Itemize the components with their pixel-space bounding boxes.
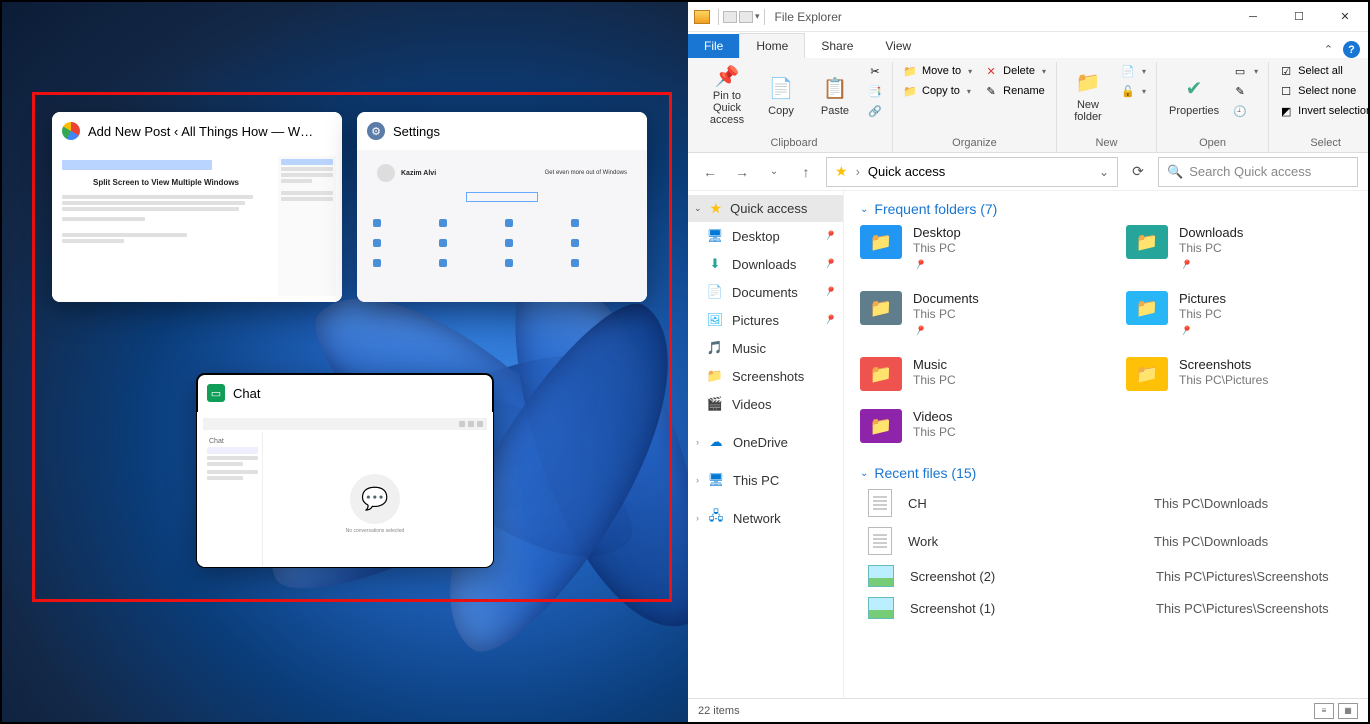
- refresh-button[interactable]: ⟳: [1126, 160, 1150, 184]
- copy-button[interactable]: 📄Copy: [756, 62, 806, 130]
- thumb-title: Chat: [233, 386, 260, 401]
- status-bar: 22 items ≡ ▦: [688, 698, 1368, 722]
- ribbon-collapse-icon[interactable]: ⌃: [1324, 43, 1333, 56]
- address-bar[interactable]: ★ › Quick access ⌄: [826, 157, 1118, 187]
- thumb-title: Settings: [393, 124, 440, 139]
- selectall-button[interactable]: ☑Select all: [1275, 62, 1370, 80]
- open-button[interactable]: ▭▾: [1229, 62, 1262, 80]
- recent-file-item[interactable]: Screenshot (2)This PC\Pictures\Screensho…: [860, 565, 1352, 587]
- sidebar-thispc[interactable]: ›🖥This PC: [688, 466, 843, 494]
- sidebar-network[interactable]: ›🖧Network: [688, 504, 843, 532]
- titlebar[interactable]: ▾ File Explorer ─ ☐ ✕: [688, 2, 1368, 32]
- qat-properties-icon[interactable]: [723, 11, 737, 23]
- star-icon: ★: [835, 163, 848, 180]
- status-text: 22 items: [698, 705, 740, 717]
- tab-view[interactable]: View: [869, 34, 927, 58]
- copypath-button[interactable]: 📑: [864, 82, 886, 100]
- desktop-background: Add New Post ‹ All Things How — W… Split…: [2, 2, 688, 722]
- frequent-heading[interactable]: ⌄Frequent folders (7): [860, 201, 1352, 217]
- recent-dropdown[interactable]: ⌄: [762, 160, 786, 184]
- search-box[interactable]: 🔍 Search Quick access: [1158, 157, 1358, 187]
- cut-button[interactable]: ✂: [864, 62, 886, 80]
- thumb-title: Add New Post ‹ All Things How — W…: [88, 124, 313, 139]
- address-location: Quick access: [868, 164, 945, 179]
- recent-file-item[interactable]: Screenshot (1)This PC\Pictures\Screensho…: [860, 597, 1352, 619]
- snap-thumb-settings[interactable]: ⚙ Settings Kazim Alvi Get even more out …: [357, 112, 647, 302]
- sidebar-item[interactable]: 📄Documents📍: [688, 278, 843, 306]
- file-explorer-window: ▾ File Explorer ─ ☐ ✕ File Home Share Vi…: [688, 2, 1368, 722]
- tab-home[interactable]: Home: [739, 33, 805, 58]
- qat-newfolder-icon[interactable]: [739, 11, 753, 23]
- nav-bar: ← → ⌄ ↑ ★ › Quick access ⌄ ⟳ 🔍 Search Qu…: [688, 153, 1368, 191]
- minimize-button[interactable]: ─: [1230, 2, 1276, 32]
- invertselect-button[interactable]: ◩Invert selection: [1275, 102, 1370, 120]
- paste-button[interactable]: 📋Paste: [810, 62, 860, 130]
- copyto-button[interactable]: 📁Copy to▾: [899, 82, 976, 100]
- selectnone-button[interactable]: ☐Select none: [1275, 82, 1370, 100]
- properties-button[interactable]: ✔Properties: [1163, 62, 1225, 130]
- easyaccess-button[interactable]: 🔓▾: [1117, 82, 1150, 100]
- explorer-icon: [694, 10, 710, 24]
- folder-item[interactable]: 📁MusicThis PC: [860, 357, 1086, 391]
- recent-heading[interactable]: ⌄Recent files (15): [860, 465, 1352, 481]
- chat-icon: ▭: [207, 384, 225, 402]
- view-large-icon[interactable]: ▦: [1338, 703, 1358, 719]
- sidebar-item[interactable]: 📁Screenshots: [688, 362, 843, 390]
- search-icon: 🔍: [1167, 164, 1183, 180]
- chrome-icon: [62, 122, 80, 140]
- history-button[interactable]: 🕘: [1229, 102, 1262, 120]
- pin-quickaccess-button[interactable]: 📌Pin to Quick access: [702, 62, 752, 130]
- ribbon-tabs: File Home Share View ⌃ ?: [688, 32, 1368, 58]
- ribbon: 📌Pin to Quick access 📄Copy 📋Paste ✂ 📑 🔗 …: [688, 58, 1368, 153]
- sidebar-item[interactable]: ⬇Downloads📍: [688, 250, 843, 278]
- up-button[interactable]: ↑: [794, 160, 818, 184]
- sidebar-item[interactable]: 🖼Pictures📍: [688, 306, 843, 334]
- sidebar-item[interactable]: 🎬Videos: [688, 390, 843, 418]
- content-pane: ⌄Frequent folders (7) 📁DesktopThis PC📍 📁D…: [844, 191, 1368, 698]
- forward-button[interactable]: →: [730, 160, 754, 184]
- newfolder-button[interactable]: 📁New folder: [1063, 62, 1113, 130]
- sidebar-onedrive[interactable]: ›☁OneDrive: [688, 428, 843, 456]
- snap-thumb-chrome[interactable]: Add New Post ‹ All Things How — W… Split…: [52, 112, 342, 302]
- delete-button[interactable]: ✕Delete▾: [980, 62, 1050, 80]
- folder-item[interactable]: 📁DownloadsThis PC📍: [1126, 225, 1352, 273]
- snap-thumb-chat[interactable]: ▭ Chat Chat 💬 No conversations selected: [197, 374, 493, 567]
- view-details-icon[interactable]: ≡: [1314, 703, 1334, 719]
- folder-item[interactable]: 📁DesktopThis PC📍: [860, 225, 1086, 273]
- folder-item[interactable]: 📁DocumentsThis PC📍: [860, 291, 1086, 339]
- edit-button[interactable]: ✎: [1229, 82, 1262, 100]
- close-button[interactable]: ✕: [1322, 2, 1368, 32]
- help-icon[interactable]: ?: [1343, 41, 1360, 58]
- rename-button[interactable]: ✎Rename: [980, 82, 1050, 100]
- maximize-button[interactable]: ☐: [1276, 2, 1322, 32]
- recent-file-item[interactable]: WorkThis PC\Downloads: [860, 527, 1352, 555]
- nav-pane: ⌄★Quick access 🖥Desktop📍⬇Downloads📍📄Docu…: [688, 191, 844, 698]
- back-button[interactable]: ←: [698, 160, 722, 184]
- paste-shortcut-button[interactable]: 🔗: [864, 102, 886, 120]
- folder-item[interactable]: 📁VideosThis PC: [860, 409, 1086, 443]
- tab-share[interactable]: Share: [805, 34, 869, 58]
- search-placeholder: Search Quick access: [1189, 164, 1311, 179]
- recent-file-item[interactable]: CHThis PC\Downloads: [860, 489, 1352, 517]
- folder-item[interactable]: 📁ScreenshotsThis PC\Pictures: [1126, 357, 1352, 391]
- tab-file[interactable]: File: [688, 34, 739, 58]
- sidebar-item[interactable]: 🎵Music: [688, 334, 843, 362]
- moveto-button[interactable]: 📁Move to▾: [899, 62, 976, 80]
- sidebar-quickaccess[interactable]: ⌄★Quick access: [688, 195, 843, 222]
- window-title: File Explorer: [775, 10, 842, 24]
- folder-item[interactable]: 📁PicturesThis PC📍: [1126, 291, 1352, 339]
- sidebar-item[interactable]: 🖥Desktop📍: [688, 222, 843, 250]
- newitem-button[interactable]: 📄▾: [1117, 62, 1150, 80]
- settings-icon: ⚙: [367, 122, 385, 140]
